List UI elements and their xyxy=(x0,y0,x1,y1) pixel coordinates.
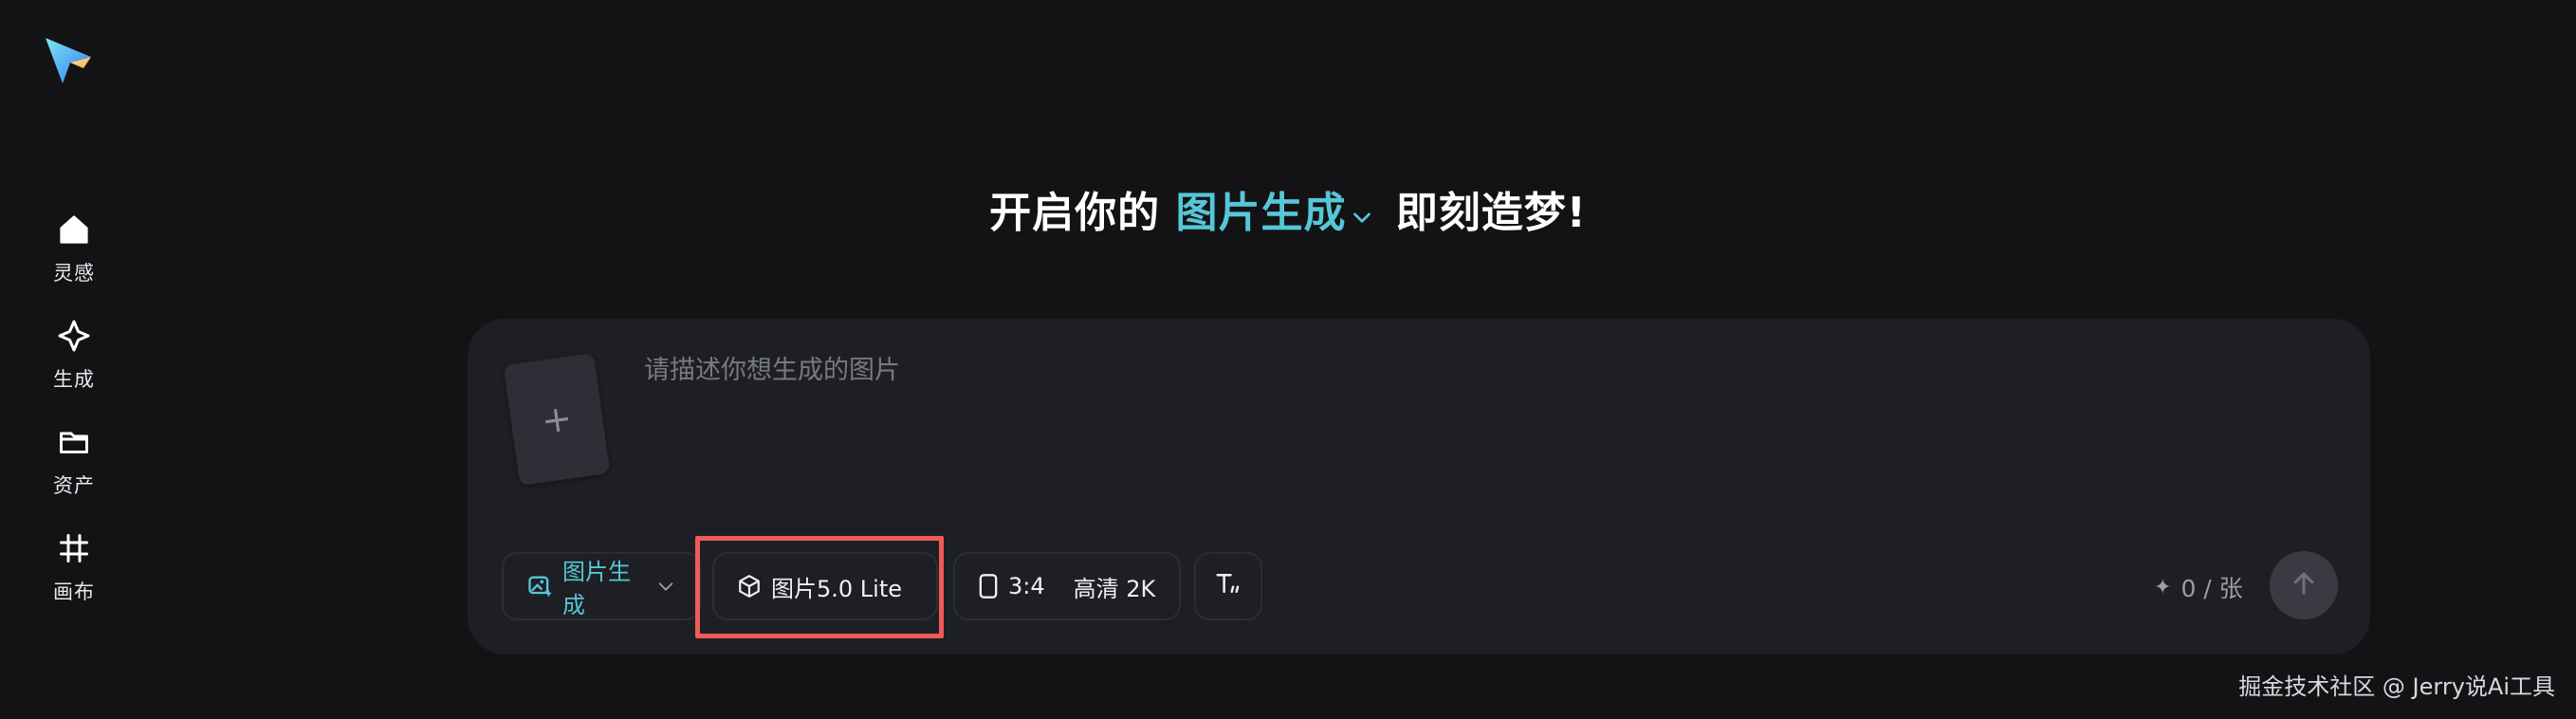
arrow-up-icon xyxy=(2290,569,2318,601)
model-selector[interactable]: 图片5.0 Lite xyxy=(712,552,938,620)
text-format-icon xyxy=(1214,569,1242,603)
sidebar-item-assets[interactable]: 资产 xyxy=(30,423,118,514)
quality-label: 高清 2K xyxy=(1073,575,1156,602)
heading-prefix: 开启你的 xyxy=(989,189,1161,237)
credits-value: 0 / 张 xyxy=(2180,575,2243,602)
image-upload-button[interactable]: + xyxy=(503,352,611,487)
mode-switch[interactable]: 图片生成 xyxy=(1175,189,1395,237)
mode-dropdown[interactable]: 图片生成 xyxy=(502,552,701,620)
sidebar-item-label: 资产 xyxy=(53,474,95,497)
sidebar-item-canvas[interactable]: 画布 xyxy=(30,529,118,620)
app-root: 灵感 生成 资产 画布 开启你的 图片生成 即刻造梦! + 请描述你想生成的图片… xyxy=(0,0,2576,719)
chevron-down-icon xyxy=(1350,192,1374,240)
image-sparkle-icon xyxy=(526,573,553,599)
sidebar-item-label: 灵感 xyxy=(53,262,95,285)
ratio-quality-selector[interactable]: 3:4 高清 2K xyxy=(953,552,1181,620)
folder-icon xyxy=(55,423,93,461)
credits-indicator: ✦ 0 / 张 xyxy=(2154,570,2243,604)
plus-icon: + xyxy=(539,396,575,443)
heading-suffix: 即刻造梦! xyxy=(1395,189,1587,237)
app-logo[interactable] xyxy=(42,34,95,87)
sidebar-item-generate[interactable]: 生成 xyxy=(30,317,118,408)
sidebar-item-label: 画布 xyxy=(53,581,95,603)
page-heading: 开启你的 图片生成 即刻造梦! xyxy=(0,178,2576,240)
sidebar-item-label: 生成 xyxy=(53,368,95,391)
mode-label: 图片生成 xyxy=(562,559,631,618)
aspect-ratio-icon xyxy=(978,573,999,599)
sparkle-icon: ✦ xyxy=(2154,575,2172,599)
prompt-composer: + 图片生成 图片5.0 Lite xyxy=(468,319,2370,654)
model-label: 图片5.0 Lite xyxy=(771,575,903,602)
send-button[interactable] xyxy=(2270,551,2338,619)
cube-icon xyxy=(737,574,762,599)
watermark: 掘金技术社区 @ Jerry说Ai工具 xyxy=(2238,673,2555,700)
frame-icon xyxy=(55,529,93,567)
ratio-label: 3:4 xyxy=(1008,573,1045,599)
heading-accent: 图片生成 xyxy=(1175,189,1347,237)
prompt-input[interactable] xyxy=(644,341,2067,508)
sparkle-icon xyxy=(55,317,93,355)
text-settings-button[interactable] xyxy=(1194,552,1262,620)
chevron-down-icon xyxy=(655,576,676,597)
